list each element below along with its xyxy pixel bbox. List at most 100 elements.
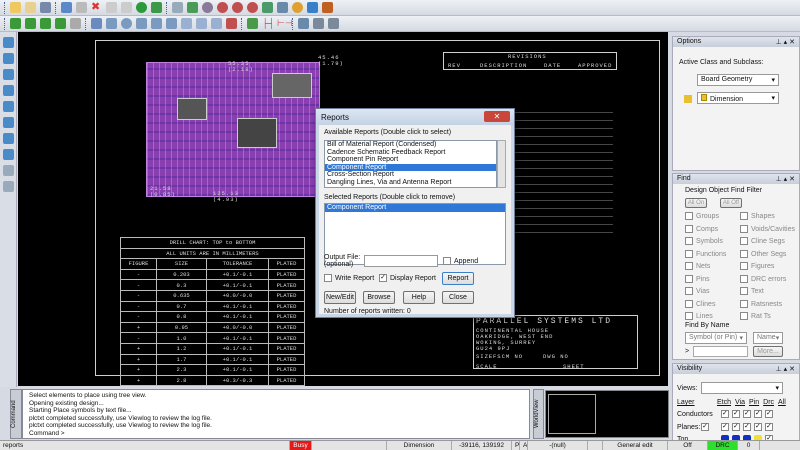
selected-report-item[interactable]: Component Report: [325, 204, 505, 212]
arc-icon[interactable]: [151, 18, 162, 29]
find-name-input[interactable]: [693, 346, 748, 357]
checkbox[interactable]: [685, 287, 693, 295]
checkbox[interactable]: [740, 299, 748, 308]
dimension-icon[interactable]: ├┤: [262, 18, 275, 29]
panel-pin-close-icon[interactable]: ⊥ ▴ ✕: [776, 38, 795, 46]
conductors-checkboxes[interactable]: ✓ ✓ ✓ ✓ ✓: [721, 410, 776, 418]
find-checkbox-shapes[interactable]: Shapes: [740, 212, 795, 220]
toolbar-grip[interactable]: [4, 17, 6, 30]
worldview-tab[interactable]: WorldView: [533, 389, 544, 439]
help-button[interactable]: Help: [403, 291, 435, 304]
status-a[interactable]: A: [520, 441, 528, 450]
find-checkbox-pins[interactable]: Pins: [685, 274, 740, 283]
find-checkbox-text[interactable]: Text: [740, 287, 795, 295]
custom-smooth-icon[interactable]: [3, 101, 14, 112]
fanout-icon[interactable]: [3, 69, 14, 80]
report-list-item[interactable]: Cross-Section Report: [325, 171, 496, 179]
checkbox[interactable]: [740, 249, 748, 258]
checkbox[interactable]: [685, 237, 693, 245]
checkbox[interactable]: [740, 224, 748, 233]
etch-icon[interactable]: [10, 18, 21, 29]
write-report-checkbox[interactable]: Write Report: [324, 274, 374, 282]
find-checkbox-clines[interactable]: Clines: [685, 299, 740, 308]
report-list-item[interactable]: Bill of Material Report (Condensed): [325, 141, 496, 149]
panel-pin-close-icon[interactable]: ⊥ ▴ ✕: [776, 365, 795, 373]
redo-icon[interactable]: [121, 2, 132, 13]
square-icon[interactable]: [181, 18, 192, 29]
planes-checkboxes[interactable]: ✓ ✓ ✓ ✓ ✓: [721, 423, 776, 431]
checkbox[interactable]: [740, 287, 748, 295]
layout-icon[interactable]: [187, 2, 198, 13]
cleanup-icon[interactable]: [3, 133, 14, 144]
visibility-column-etch[interactable]: Etch: [717, 399, 731, 406]
visibility-column-pin[interactable]: Pin: [749, 399, 759, 406]
grid-icon[interactable]: [172, 2, 183, 13]
visibility-column-all[interactable]: All: [778, 399, 786, 406]
panel-pin-close-icon[interactable]: ⊥ ▴ ✕: [776, 175, 795, 183]
circle-shape-icon[interactable]: [196, 18, 207, 29]
save-icon[interactable]: [40, 2, 51, 13]
copy-icon[interactable]: [76, 2, 87, 13]
find-checkbox-cline-segs[interactable]: Cline Segs: [740, 237, 795, 245]
vertex-icon[interactable]: [3, 117, 14, 128]
add-line-icon[interactable]: [91, 18, 102, 29]
zoom-in-icon[interactable]: [217, 2, 228, 13]
open-folder-icon[interactable]: [25, 2, 36, 13]
placement-icon[interactable]: [3, 165, 14, 176]
zoom-fit-icon[interactable]: [202, 2, 213, 13]
find-checkbox-drc-errors[interactable]: DRC errors: [740, 274, 795, 283]
delete-icon[interactable]: ✖: [91, 2, 102, 13]
status-drc[interactable]: DRC: [708, 441, 738, 450]
place-icon[interactable]: [313, 18, 324, 29]
undo-icon[interactable]: [106, 2, 117, 13]
pcb-board[interactable]: [146, 62, 320, 197]
zoom-world-icon[interactable]: [277, 2, 288, 13]
measure-icon[interactable]: ⊢⊣: [277, 18, 293, 29]
green-sphere-icon[interactable]: [136, 2, 147, 13]
toolbar-grip[interactable]: [4, 1, 6, 14]
find-checkbox-groups[interactable]: Groups: [685, 212, 740, 220]
new-file-icon[interactable]: [10, 2, 21, 13]
tool-icon[interactable]: [328, 18, 339, 29]
output-file-input[interactable]: [364, 255, 438, 267]
3d-view-icon[interactable]: [307, 2, 318, 13]
spread-icon[interactable]: [3, 149, 14, 160]
select-icon[interactable]: [136, 18, 147, 29]
more-button[interactable]: More...: [753, 346, 783, 357]
visibility-column-via[interactable]: Via: [735, 399, 745, 406]
circle-icon[interactable]: [121, 18, 132, 29]
checkbox[interactable]: [685, 262, 693, 270]
find-checkbox-nets[interactable]: Nets: [685, 262, 740, 270]
find-name-dropdown[interactable]: Name: [757, 334, 776, 342]
zoom-out-icon[interactable]: [247, 2, 258, 13]
worldview-window[interactable]: [545, 390, 669, 438]
checkbox[interactable]: [740, 274, 748, 283]
find-checkbox-rat-ts[interactable]: Rat Ts: [740, 312, 795, 320]
planes-checkbox[interactable]: ✓: [701, 423, 712, 431]
slide-icon[interactable]: [3, 53, 14, 64]
find-type-dropdown[interactable]: Symbol (or Pin): [689, 334, 737, 342]
checkbox[interactable]: [740, 237, 748, 245]
via-icon[interactable]: [40, 18, 51, 29]
scrollbar[interactable]: [497, 140, 506, 188]
rotate-icon[interactable]: [166, 18, 177, 29]
find-checkbox-lines[interactable]: Lines: [685, 312, 740, 320]
find-checkbox-symbols[interactable]: Symbols: [685, 237, 740, 245]
checkbox[interactable]: [685, 299, 693, 308]
components-icon[interactable]: [298, 18, 309, 29]
subclass-dropdown[interactable]: Dimension: [710, 96, 743, 103]
disabled-icon[interactable]: [70, 18, 81, 29]
zoom-points-icon[interactable]: [232, 2, 243, 13]
checkbox[interactable]: [740, 262, 748, 270]
component[interactable]: [272, 73, 312, 98]
class-dropdown[interactable]: Board Geometry: [701, 76, 752, 84]
visibility-column-drc[interactable]: Drc: [763, 399, 774, 406]
report-button[interactable]: Report: [442, 272, 474, 285]
find-checkbox-comps[interactable]: Comps: [685, 224, 740, 233]
find-checkbox-voids-cavities[interactable]: Voids/Cavities: [740, 224, 795, 233]
find-checkbox-other-segs[interactable]: Other Segs: [740, 249, 795, 258]
component[interactable]: [237, 118, 277, 148]
all-on-button[interactable]: All On: [685, 198, 707, 208]
close-button[interactable]: Close: [442, 291, 474, 304]
layers-icon[interactable]: [322, 2, 333, 13]
